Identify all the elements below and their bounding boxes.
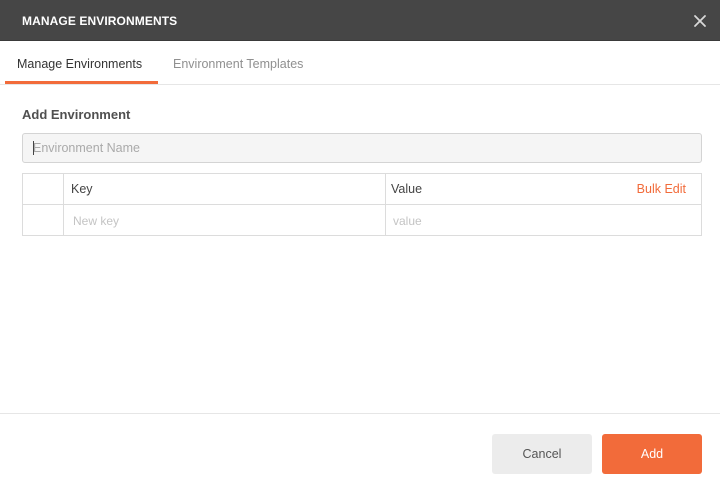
active-tab-indicator xyxy=(5,81,158,84)
environment-name-input[interactable] xyxy=(22,133,702,163)
modal-titlebar: MANAGE ENVIRONMENTS xyxy=(0,0,720,41)
add-button[interactable]: Add xyxy=(602,434,702,474)
value-column-header: Value Bulk Edit xyxy=(386,174,701,204)
table-header-row: Key Value Bulk Edit xyxy=(23,174,701,205)
new-value-input[interactable] xyxy=(386,205,701,236)
cancel-button[interactable]: Cancel xyxy=(492,434,592,474)
section-title: Add Environment xyxy=(22,107,131,122)
key-header-label: Key xyxy=(71,182,93,196)
value-header-label: Value xyxy=(391,182,423,196)
table-row xyxy=(23,205,701,236)
tab-bar: Manage Environments Environment Template… xyxy=(0,41,720,85)
new-key-input[interactable] xyxy=(64,205,385,236)
new-value-cell xyxy=(386,205,701,236)
row-checkbox-cell[interactable] xyxy=(23,205,64,236)
variables-table: Key Value Bulk Edit xyxy=(22,173,702,236)
text-caret xyxy=(33,141,34,155)
key-column-header: Key xyxy=(64,174,386,204)
header-checkbox-cell xyxy=(23,174,64,204)
close-icon[interactable] xyxy=(690,11,710,31)
new-key-cell xyxy=(64,205,386,236)
footer-divider xyxy=(0,413,720,414)
bulk-edit-link[interactable]: Bulk Edit xyxy=(637,182,686,196)
tab-manage-environments[interactable]: Manage Environments xyxy=(17,57,142,71)
manage-environments-modal: MANAGE ENVIRONMENTS Manage Environments … xyxy=(0,0,720,494)
tab-environment-templates[interactable]: Environment Templates xyxy=(173,57,303,71)
modal-title: MANAGE ENVIRONMENTS xyxy=(22,14,178,28)
